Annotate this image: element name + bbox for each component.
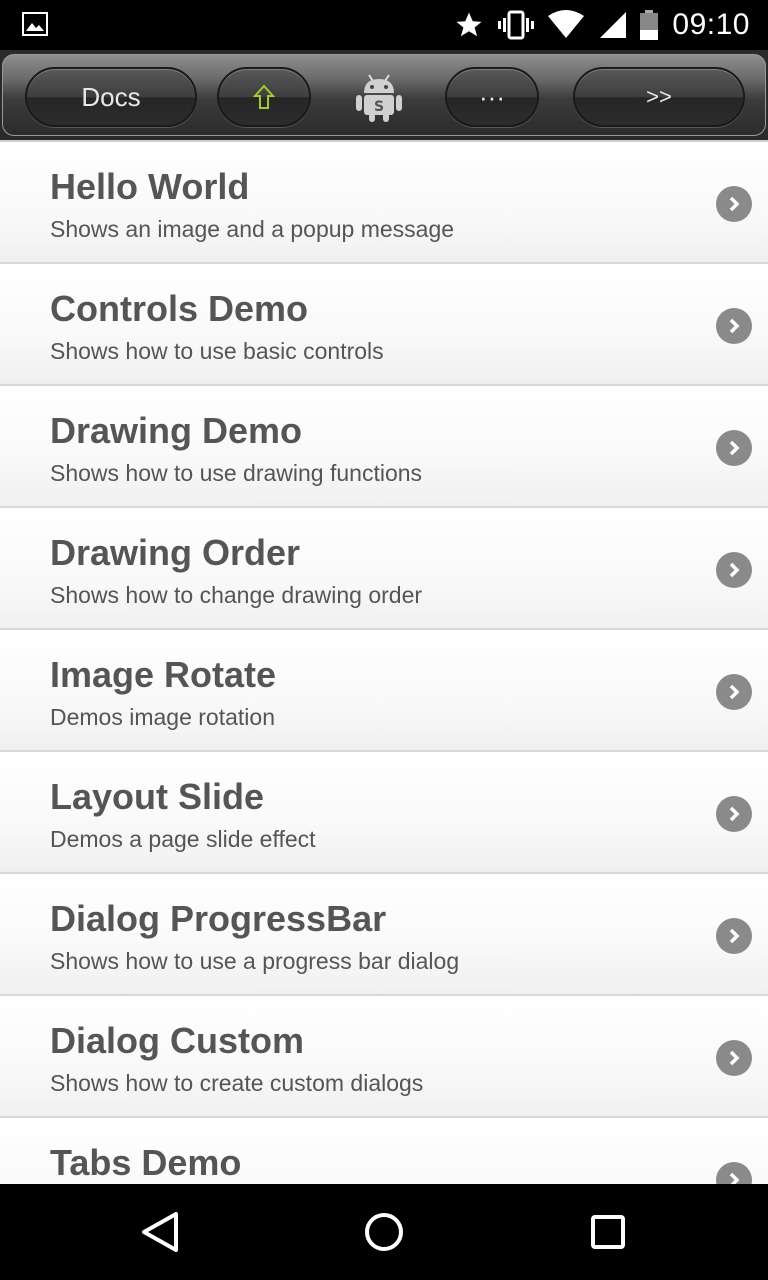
item-title: Dialog ProgressBar — [50, 898, 387, 939]
home-button[interactable] — [362, 1210, 406, 1254]
list-item[interactable]: Image Rotate Demos image rotation — [0, 628, 768, 750]
image-notification-icon — [22, 12, 48, 36]
list-item[interactable]: Drawing Order Shows how to change drawin… — [0, 506, 768, 628]
chevron-right-icon — [716, 918, 752, 954]
svg-text:S: S — [374, 99, 384, 115]
wifi-icon — [548, 10, 585, 38]
recents-icon — [591, 1215, 625, 1249]
list-item[interactable]: Drawing Demo Shows how to use drawing fu… — [0, 384, 768, 506]
status-bar: 09:10 — [0, 0, 768, 50]
chevron-right-icon — [716, 674, 752, 710]
docs-button[interactable]: Docs — [25, 67, 197, 127]
cell-signal-icon — [600, 12, 627, 38]
item-title: Tabs Demo — [50, 1142, 242, 1183]
item-title: Drawing Order — [50, 532, 301, 573]
item-subtitle: Shows how to use basic controls — [50, 338, 384, 364]
item-subtitle: Shows how to use a progress bar dialog — [50, 948, 460, 974]
list-item[interactable]: Controls Demo Shows how to use basic con… — [0, 262, 768, 384]
battery-icon — [640, 10, 659, 40]
back-icon — [142, 1212, 178, 1252]
item-title: Layout Slide — [50, 776, 265, 817]
chevron-right-icon — [716, 796, 752, 832]
item-subtitle: Shows how to use drawing functions — [50, 460, 423, 486]
back-button[interactable] — [138, 1210, 182, 1254]
chevron-right-icon — [716, 1162, 752, 1184]
navigation-bar — [0, 1184, 768, 1280]
item-title: Dialog Custom — [50, 1020, 305, 1061]
menu-button[interactable]: ··· — [445, 67, 539, 127]
android-robot-icon[interactable]: S — [353, 73, 405, 123]
star-icon — [456, 12, 482, 37]
item-subtitle: Demos a page slide effect — [50, 826, 316, 852]
chevron-right-icon — [716, 552, 752, 588]
next-button[interactable]: >> — [573, 67, 745, 127]
item-title: Drawing Demo — [50, 410, 303, 451]
recents-button[interactable] — [586, 1210, 630, 1254]
list-item[interactable]: Hello World Shows an image and a popup m… — [0, 140, 768, 262]
up-arrow-icon — [253, 84, 275, 109]
list-item[interactable]: Dialog Custom Shows how to create custom… — [0, 994, 768, 1116]
list-item[interactable]: Dialog ProgressBar Shows how to use a pr… — [0, 872, 768, 994]
up-button[interactable] — [217, 67, 311, 127]
item-title: Image Rotate — [50, 654, 277, 695]
toolbar: Docs S ··· >> — [0, 50, 768, 140]
chevron-right-icon — [716, 308, 752, 344]
item-subtitle: Shows an image and a popup message — [50, 216, 455, 242]
item-subtitle: Shows how to change drawing order — [50, 582, 423, 608]
chevron-right-icon — [716, 1040, 752, 1076]
item-subtitle: Shows how to create custom dialogs — [50, 1070, 424, 1096]
toolbar-background: Docs S ··· >> — [2, 54, 766, 136]
list-item[interactable]: Tabs Demo — [0, 1116, 768, 1184]
list-item[interactable]: Layout Slide Demos a page slide effect — [0, 750, 768, 872]
demo-list: Hello World Shows an image and a popup m… — [0, 140, 768, 1184]
item-subtitle: Demos image rotation — [50, 704, 275, 730]
item-title: Hello World — [50, 166, 250, 207]
item-title: Controls Demo — [50, 288, 309, 329]
home-icon — [365, 1213, 403, 1251]
vibrate-icon — [498, 10, 535, 40]
chevron-right-icon — [716, 186, 752, 222]
chevron-right-icon — [716, 430, 752, 466]
clock: 09:10 — [672, 8, 750, 41]
